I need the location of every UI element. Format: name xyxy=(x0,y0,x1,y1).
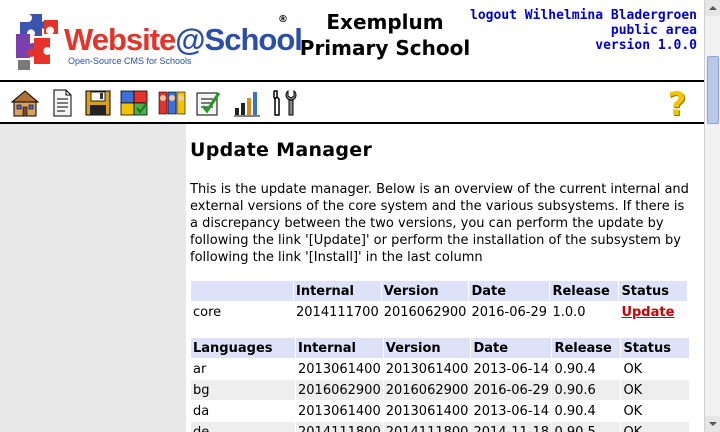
table-row: bg 2016062900 2016062900 2016-06-29 0.90… xyxy=(191,380,690,400)
logo-wordmark: Website@School xyxy=(64,22,303,57)
external-version: 2016062900 xyxy=(381,302,469,322)
status-cell: OK xyxy=(621,422,690,432)
table-row: de 2014111800 2014111800 2014-11-18 0.90… xyxy=(191,422,690,432)
release-date: 2016-06-29 xyxy=(469,302,550,322)
site-title: Exemplum Primary School xyxy=(299,10,471,60)
registered-mark: ® xyxy=(278,14,288,25)
internal-version: 2013061400 xyxy=(296,401,383,421)
column-header: Status xyxy=(621,338,690,358)
release-date: 2014-11-18 xyxy=(471,422,552,432)
chevron-down-icon xyxy=(709,422,717,426)
internal-version: 2013061400 xyxy=(296,359,383,379)
column-header: Internal xyxy=(296,338,383,358)
column-header: Languages xyxy=(191,338,295,358)
table-row: core 2014111700 2016062900 2016-06-29 1.… xyxy=(191,302,688,322)
external-version: 2013061400 xyxy=(383,401,471,421)
core-table: Internal Version Date Release Status cor… xyxy=(190,280,688,323)
language-code: bg xyxy=(191,380,295,400)
status-cell: OK xyxy=(621,359,690,379)
release-number: 0.90.4 xyxy=(552,401,621,421)
column-header: Release xyxy=(550,281,619,301)
scroll-down-button[interactable] xyxy=(705,416,720,432)
column-header: Status xyxy=(619,281,688,301)
update-link[interactable]: Update xyxy=(621,305,674,320)
column-header: Release xyxy=(552,338,621,358)
header-links: logout Wilhelmina Bladergroen public are… xyxy=(470,8,697,53)
column-header: Internal xyxy=(294,281,381,301)
column-header: Date xyxy=(471,338,552,358)
version-label: version 1.0.0 xyxy=(595,38,697,53)
release-number: 0.90.4 xyxy=(552,359,621,379)
release-number: 0.90.6 xyxy=(552,380,621,400)
column-header xyxy=(191,281,293,301)
release-number: 1.0.0 xyxy=(550,302,619,322)
external-version: 2016062900 xyxy=(383,380,471,400)
language-code: de xyxy=(191,422,295,432)
table-header-row: Internal Version Date Release Status xyxy=(191,281,688,301)
statistics-icon[interactable] xyxy=(232,88,262,118)
main-content: Update Manager This is the update manage… xyxy=(186,124,696,432)
files-icon[interactable] xyxy=(83,88,113,118)
table-header-row: Languages Internal Version Date Release … xyxy=(191,338,690,358)
column-header: Version xyxy=(383,338,471,358)
public-area-link[interactable]: public area xyxy=(611,23,697,38)
website-at-school-logo[interactable]: Website@School Open-Source CMS for Schoo… xyxy=(12,12,303,74)
header: Website@School Open-Source CMS for Schoo… xyxy=(0,0,704,80)
logout-link[interactable]: logout Wilhelmina Bladergroen xyxy=(470,8,697,23)
table-row: da 2013061400 2013061400 2013-06-14 0.90… xyxy=(191,401,690,421)
users-icon[interactable] xyxy=(157,88,187,118)
status-cell: Update xyxy=(619,302,688,322)
language-code: ar xyxy=(191,359,295,379)
column-header: Version xyxy=(381,281,469,301)
start-center-icon[interactable] xyxy=(10,88,40,118)
table-row: ar 2013061400 2013061400 2013-06-14 0.90… xyxy=(191,359,690,379)
language-code: da xyxy=(191,401,295,421)
release-number: 0.90.5 xyxy=(552,422,621,432)
external-version: 2014111800 xyxy=(383,422,471,432)
tools-icon[interactable] xyxy=(268,88,298,118)
chevron-up-icon xyxy=(709,6,717,10)
scrollbar-thumb[interactable] xyxy=(707,56,719,124)
intro-text: This is the update manager. Below is an … xyxy=(190,182,689,265)
release-date: 2013-06-14 xyxy=(471,359,552,379)
pages-icon[interactable] xyxy=(47,88,77,118)
modules-icon[interactable] xyxy=(119,88,149,118)
help-icon[interactable]: ? xyxy=(664,88,690,120)
release-date: 2016-06-29 xyxy=(471,380,552,400)
left-sidebar xyxy=(0,124,186,432)
column-header: Date xyxy=(469,281,550,301)
internal-version: 2016062900 xyxy=(296,380,383,400)
languages-table: Languages Internal Version Date Release … xyxy=(190,337,690,432)
logo-tagline: Open-Source CMS for Schools xyxy=(68,56,192,66)
status-cell: OK xyxy=(621,401,690,421)
internal-version: 2014111700 xyxy=(294,302,381,322)
admin-toolbar: ? xyxy=(0,80,704,124)
subsystem-name: core xyxy=(191,302,293,322)
external-version: 2013061400 xyxy=(383,359,471,379)
page-title: Update Manager xyxy=(190,139,373,161)
vertical-scrollbar[interactable] xyxy=(704,0,720,432)
configuration-icon[interactable] xyxy=(193,88,223,118)
release-date: 2013-06-14 xyxy=(471,401,552,421)
page: Website@School Open-Source CMS for Schoo… xyxy=(0,0,704,432)
puzzle-logo-icon xyxy=(16,14,58,70)
internal-version: 2014111800 xyxy=(296,422,383,432)
status-cell: OK xyxy=(621,380,690,400)
scroll-up-button[interactable] xyxy=(705,0,720,16)
